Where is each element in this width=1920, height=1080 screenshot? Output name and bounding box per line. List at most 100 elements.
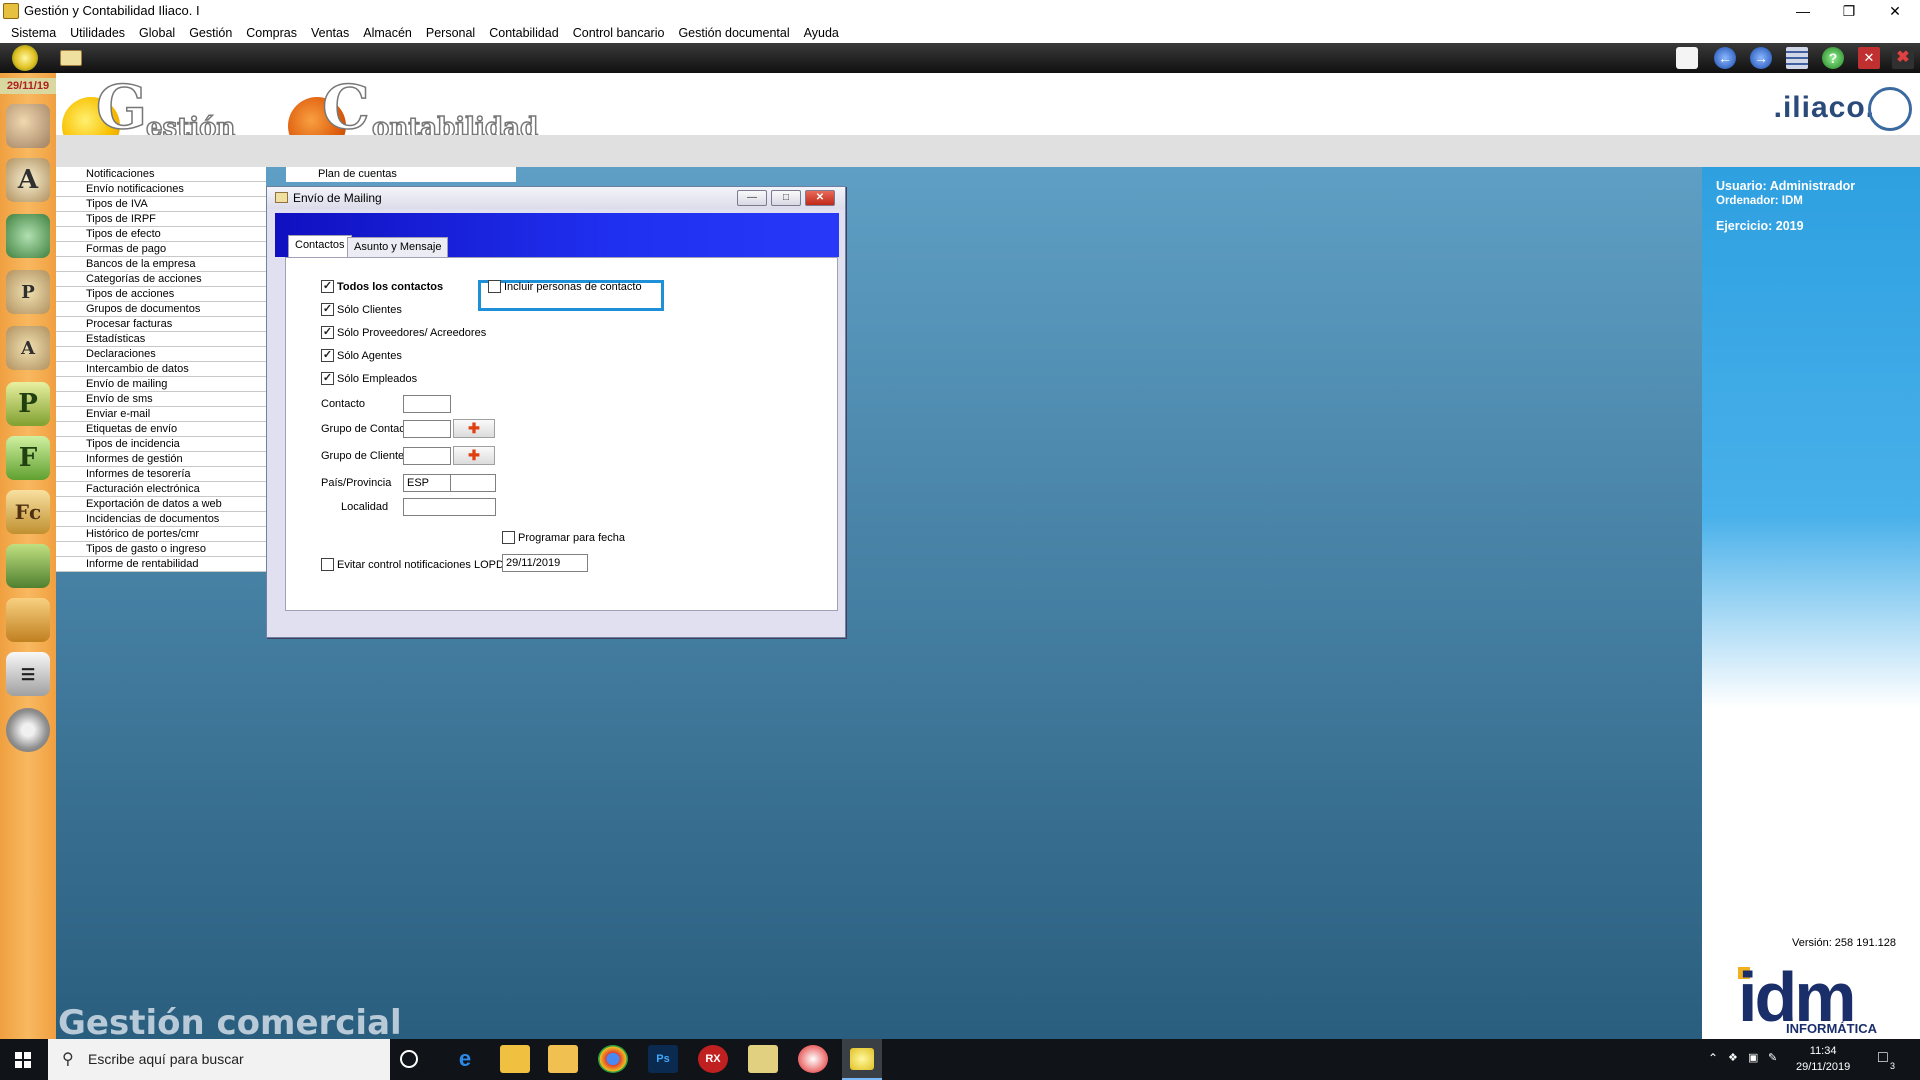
nav-item[interactable]: Etiquetas de envío xyxy=(56,422,266,437)
fecha-input[interactable]: 29/11/2019 xyxy=(502,554,588,572)
solo-clientes-checkbox[interactable]: ✓ Sólo Clientes xyxy=(321,303,402,316)
provider-person-icon[interactable]: P xyxy=(6,270,50,314)
task-view-icon[interactable] xyxy=(400,1050,418,1068)
exit-icon[interactable]: ✖ xyxy=(1892,47,1914,69)
nav-item[interactable]: Envío de mailing xyxy=(56,377,266,392)
contacto-input[interactable] xyxy=(403,395,451,413)
start-button[interactable] xyxy=(0,1039,46,1080)
nav-item[interactable]: Tipos de IRPF xyxy=(56,212,266,227)
mail-icon[interactable] xyxy=(60,50,82,66)
nav-item[interactable]: Tipos de IVA xyxy=(56,197,266,212)
opera-browser-icon[interactable] xyxy=(798,1045,828,1073)
menu-utilidades[interactable]: Utilidades xyxy=(70,26,125,40)
file-explorer-icon[interactable] xyxy=(548,1045,578,1073)
factura-compra-icon[interactable]: Fc xyxy=(6,490,50,534)
client-person-icon[interactable] xyxy=(6,214,50,258)
menu-compras[interactable]: Compras xyxy=(246,26,297,40)
edge-browser-icon[interactable]: e xyxy=(450,1045,480,1073)
menu-control-bancario[interactable]: Control bancario xyxy=(573,26,665,40)
action-center-icon[interactable]: □ xyxy=(1878,1049,1888,1067)
help-icon[interactable]: ? xyxy=(1822,47,1844,69)
nav-item[interactable]: Formas de pago xyxy=(56,242,266,257)
nav-item[interactable]: Enviar e-mail xyxy=(56,407,266,422)
pais-input[interactable]: ESP xyxy=(403,474,451,492)
nav-item[interactable]: Procesar facturas xyxy=(56,317,266,332)
programar-fecha-checkbox[interactable]: Programar para fecha xyxy=(502,531,625,544)
taskbar-clock[interactable]: 11:34 29/11/2019 xyxy=(1796,1043,1850,1075)
localidad-input[interactable] xyxy=(403,498,496,516)
nav-item[interactable]: Informes de gestión xyxy=(56,452,266,467)
home-orb-icon[interactable] xyxy=(12,45,38,71)
add-folder-icon[interactable]: ✚ xyxy=(453,446,495,465)
notifications-icon[interactable] xyxy=(1676,47,1698,69)
menu-gestion-documental[interactable]: Gestión documental xyxy=(678,26,789,40)
nav-item[interactable]: Tipos de gasto o ingreso xyxy=(56,542,266,557)
evitar-lopd-checkbox[interactable]: Evitar control notificaciones LOPD xyxy=(321,558,504,571)
contacts-group-icon[interactable] xyxy=(6,104,50,148)
rx-app-icon[interactable]: RX xyxy=(698,1045,728,1073)
nav-item[interactable]: Intercambio de datos xyxy=(56,362,266,377)
nav-item[interactable]: Estadísticas xyxy=(56,332,266,347)
factura-icon[interactable]: F xyxy=(6,436,50,480)
windows-list-icon[interactable] xyxy=(1786,47,1808,69)
notepad-app-icon[interactable] xyxy=(748,1045,778,1073)
solo-proveedores-checkbox[interactable]: ✓ Sólo Proveedores/ Acreedores xyxy=(321,326,486,339)
cd-disc-icon[interactable] xyxy=(6,708,50,752)
almacen-box-icon[interactable] xyxy=(6,544,50,588)
compras-box-icon[interactable] xyxy=(6,598,50,642)
nav-item[interactable]: Tipos de incidencia xyxy=(56,437,266,452)
agenda-icon[interactable]: A xyxy=(6,158,50,202)
nav-item[interactable]: Informes de tesorería xyxy=(56,467,266,482)
plan-de-cuentas-tab[interactable]: Plan de cuentas xyxy=(286,167,516,182)
solo-agentes-checkbox[interactable]: ✓ Sólo Agentes xyxy=(321,349,402,362)
network-icon[interactable]: ▣ xyxy=(1748,1051,1758,1064)
solo-empleados-checkbox[interactable]: ✓ Sólo Empleados xyxy=(321,372,417,385)
presupuesto-icon[interactable]: P xyxy=(6,382,50,426)
provincia-input[interactable] xyxy=(450,474,496,492)
mail-app-icon[interactable] xyxy=(500,1045,530,1073)
todos-contactos-checkbox[interactable]: ✓ Todos los contactos xyxy=(321,280,443,293)
agent-person-icon[interactable]: A xyxy=(6,326,50,370)
dialog-maximize-button[interactable]: □ xyxy=(771,190,801,206)
taskbar-search-box[interactable]: ⚲ Escribe aquí para buscar xyxy=(48,1039,390,1080)
close-button[interactable]: ✕ xyxy=(1872,0,1918,22)
menu-gestion[interactable]: Gestión xyxy=(189,26,232,40)
nav-item[interactable]: Grupos de documentos xyxy=(56,302,266,317)
menu-personal[interactable]: Personal xyxy=(426,26,475,40)
nav-item[interactable]: Tipos de efecto xyxy=(56,227,266,242)
nav-item[interactable]: Envío notificaciones xyxy=(56,182,266,197)
add-folder-icon[interactable]: ✚ xyxy=(453,419,495,438)
chrome-browser-icon[interactable] xyxy=(598,1045,628,1073)
nav-item[interactable]: Tipos de acciones xyxy=(56,287,266,302)
dialog-minimize-button[interactable]: — xyxy=(737,190,767,206)
nav-item[interactable]: Bancos de la empresa xyxy=(56,257,266,272)
nav-item[interactable]: Envío de sms xyxy=(56,392,266,407)
nav-item[interactable]: Incidencias de documentos xyxy=(56,512,266,527)
list-document-icon[interactable]: ☰ xyxy=(6,652,50,696)
grupo-clientes-input[interactable] xyxy=(403,447,451,465)
nav-item[interactable]: Histórico de portes/cmr xyxy=(56,527,266,542)
volume-muted-icon[interactable]: ✎ xyxy=(1768,1051,1777,1064)
menu-ayuda[interactable]: Ayuda xyxy=(804,26,839,40)
nav-item[interactable]: Categorías de acciones xyxy=(56,272,266,287)
dialog-close-button[interactable]: ✕ xyxy=(805,190,835,206)
restore-button[interactable]: ❐ xyxy=(1826,0,1872,22)
incluir-personas-checkbox[interactable]: Incluir personas de contacto xyxy=(488,280,642,293)
nav-item[interactable]: Declaraciones xyxy=(56,347,266,362)
menu-contabilidad[interactable]: Contabilidad xyxy=(489,26,559,40)
minimize-button[interactable]: — xyxy=(1780,0,1826,22)
close-window-icon[interactable]: ✕ xyxy=(1858,47,1880,69)
nav-item[interactable]: Notificaciones xyxy=(56,167,266,182)
chevron-up-icon[interactable]: ⌃ xyxy=(1708,1051,1718,1065)
tab-asunto-mensaje[interactable]: Asunto y Mensaje xyxy=(347,237,449,257)
nav-item[interactable]: Informe de rentabilidad xyxy=(56,557,266,572)
tab-contactos[interactable]: Contactos xyxy=(288,235,352,257)
photoshop-icon[interactable]: Ps xyxy=(648,1045,678,1073)
menu-sistema[interactable]: Sistema xyxy=(11,26,56,40)
menu-ventas[interactable]: Ventas xyxy=(311,26,349,40)
dropbox-icon[interactable]: ❖ xyxy=(1728,1051,1738,1064)
iliaco-app-icon[interactable] xyxy=(842,1039,882,1080)
grupo-contactos-input[interactable] xyxy=(403,420,451,438)
forward-arrow-icon[interactable]: → xyxy=(1750,47,1772,69)
back-arrow-icon[interactable]: ← xyxy=(1714,47,1736,69)
